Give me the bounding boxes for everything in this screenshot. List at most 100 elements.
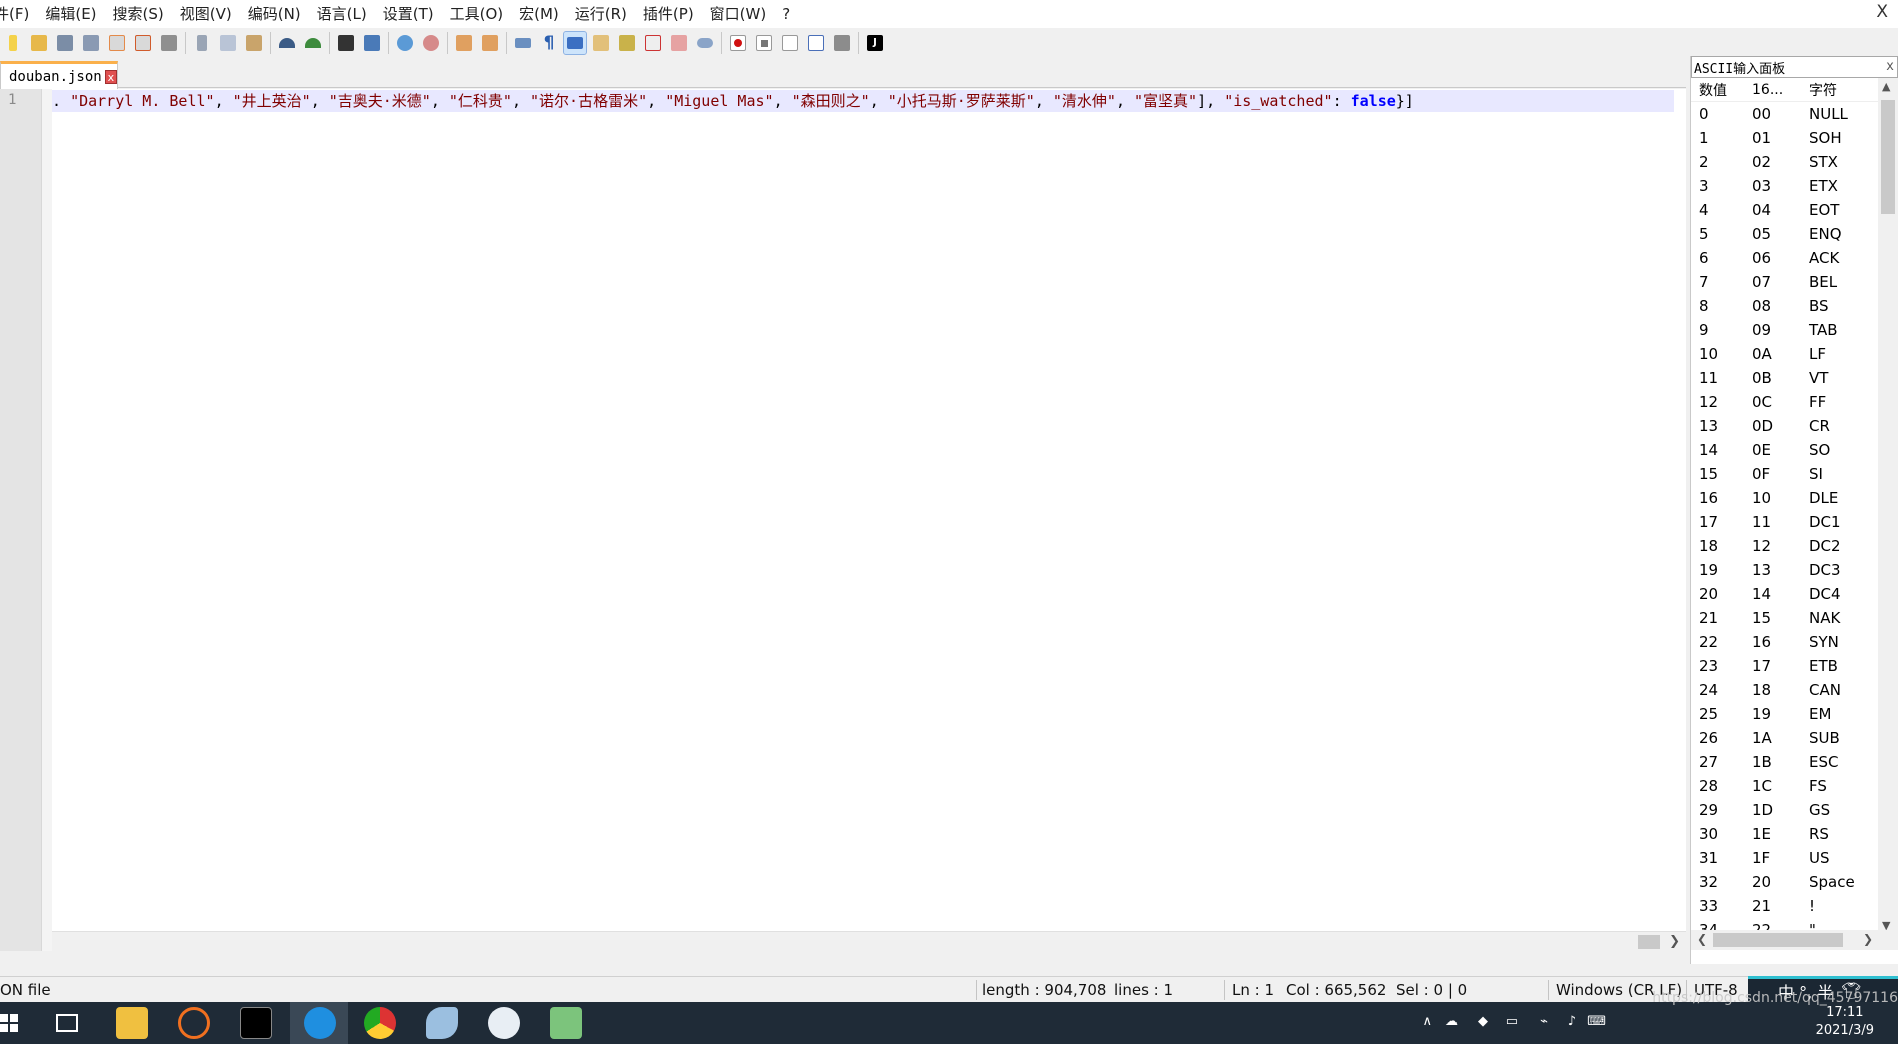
ascii-row[interactable]: 30 1E RS xyxy=(1691,822,1898,846)
editor-area[interactable]: 1 . "Darryl M. Bell", "井上英治", "吉奥夫·米德", … xyxy=(0,89,1686,951)
cut-icon[interactable] xyxy=(191,32,213,54)
ascii-row[interactable]: 15 0F SI xyxy=(1691,462,1898,486)
header-char[interactable]: 字符 xyxy=(1805,80,1877,100)
sync-vertical-icon[interactable] xyxy=(453,32,475,54)
run-macro-multiple-icon[interactable] xyxy=(805,32,827,54)
ascii-row[interactable]: 26 1A SUB xyxy=(1691,726,1898,750)
header-decimal[interactable]: 数值 xyxy=(1691,80,1748,100)
json-viewer-icon[interactable]: J xyxy=(864,32,886,54)
ascii-row[interactable]: 28 1C FS xyxy=(1691,774,1898,798)
word-wrap-icon[interactable] xyxy=(512,32,534,54)
ascii-row[interactable]: 23 17 ETB xyxy=(1691,654,1898,678)
menu-item-2[interactable]: 搜索(S) xyxy=(105,0,172,28)
menu-item-7[interactable]: 工具(O) xyxy=(442,0,512,28)
notepad-plus-plus-icon[interactable] xyxy=(550,1007,582,1039)
ascii-row[interactable]: 10 0A LF xyxy=(1691,342,1898,366)
ascii-row[interactable]: 14 0E SO xyxy=(1691,438,1898,462)
menu-item-11[interactable]: 窗口(W) xyxy=(702,0,775,28)
open-file-icon[interactable] xyxy=(28,32,50,54)
paste-icon[interactable] xyxy=(243,32,265,54)
panel-vertical-scrollbar[interactable]: ▲ ▼ xyxy=(1878,78,1898,934)
close-file-icon[interactable] xyxy=(106,32,128,54)
editor-horizontal-scrollbar[interactable]: ❯ xyxy=(52,931,1686,951)
function-list-icon[interactable] xyxy=(642,32,664,54)
ascii-row[interactable]: 21 15 NAK xyxy=(1691,606,1898,630)
ascii-row[interactable]: 11 0B VT xyxy=(1691,366,1898,390)
show-all-chars-icon[interactable]: ¶ xyxy=(538,32,560,54)
file-explorer-icon[interactable] xyxy=(116,1007,148,1039)
chrome-icon[interactable] xyxy=(364,1007,396,1039)
scroll-left-arrow-icon[interactable]: ❮ xyxy=(1697,932,1707,946)
panel-horizontal-scrollbar[interactable]: ❮ ❯ xyxy=(1691,930,1898,950)
onedrive-icon[interactable]: ☁ xyxy=(1445,1014,1458,1029)
zoom-in-icon[interactable] xyxy=(394,32,416,54)
close-all-icon[interactable] xyxy=(132,32,154,54)
monitoring-icon[interactable] xyxy=(694,32,716,54)
ascii-row[interactable]: 22 16 SYN xyxy=(1691,630,1898,654)
scrollbar-thumb[interactable] xyxy=(1881,100,1895,214)
browser-icon[interactable] xyxy=(304,1007,336,1039)
header-hex[interactable]: 16... xyxy=(1748,82,1805,98)
ascii-row[interactable]: 3 03 ETX xyxy=(1691,174,1898,198)
security-icon[interactable]: ◆ xyxy=(1478,1014,1488,1029)
scroll-right-arrow-icon[interactable]: ❯ xyxy=(1863,932,1873,946)
ascii-row[interactable]: 7 07 BEL xyxy=(1691,270,1898,294)
app-icon[interactable] xyxy=(488,1007,520,1039)
panel-close-icon[interactable]: x xyxy=(1886,59,1894,74)
ascii-row[interactable]: 9 09 TAB xyxy=(1691,318,1898,342)
window-close-button[interactable]: X xyxy=(1876,2,1888,22)
ascii-row[interactable]: 8 08 BS xyxy=(1691,294,1898,318)
taskbar-clock[interactable]: 17:11 2021/3/9 xyxy=(1816,1004,1874,1040)
fold-margin[interactable] xyxy=(42,89,52,951)
menu-item-10[interactable]: 插件(P) xyxy=(635,0,702,28)
ascii-row[interactable]: 20 14 DC4 xyxy=(1691,582,1898,606)
menu-item-0[interactable]: 件(F) xyxy=(0,0,37,28)
ascii-row[interactable]: 12 0C FF xyxy=(1691,390,1898,414)
paint-icon[interactable] xyxy=(426,1007,458,1039)
ascii-row[interactable]: 1 01 SOH xyxy=(1691,126,1898,150)
menu-item-4[interactable]: 编码(N) xyxy=(240,0,309,28)
tab-douban-json[interactable]: douban.json x xyxy=(0,61,118,89)
ascii-row[interactable]: 4 04 EOT xyxy=(1691,198,1898,222)
menu-item-12[interactable]: ? xyxy=(774,0,798,28)
code-line[interactable]: . "Darryl M. Bell", "井上英治", "吉奥夫·米德", "仁… xyxy=(52,90,1674,112)
tray-chevron-icon[interactable]: ∧ xyxy=(1422,1014,1432,1029)
play-macro-icon[interactable] xyxy=(779,32,801,54)
save-all-icon[interactable] xyxy=(80,32,102,54)
menu-item-3[interactable]: 视图(V) xyxy=(172,0,240,28)
scrollbar-thumb[interactable] xyxy=(1713,933,1843,947)
windows-start-icon[interactable] xyxy=(0,1014,18,1032)
scroll-up-arrow-icon[interactable]: ▲ xyxy=(1882,80,1890,93)
terminal-icon[interactable] xyxy=(240,1007,272,1039)
ascii-row[interactable]: 19 13 DC3 xyxy=(1691,558,1898,582)
replace-icon[interactable] xyxy=(361,32,383,54)
save-macro-icon[interactable] xyxy=(831,32,853,54)
stop-macro-icon[interactable] xyxy=(753,32,775,54)
menu-item-1[interactable]: 编辑(E) xyxy=(37,0,104,28)
ascii-row[interactable]: 2 02 STX xyxy=(1691,150,1898,174)
ascii-row[interactable]: 0 00 NULL xyxy=(1691,102,1898,126)
keyboard-icon[interactable]: ⌨ xyxy=(1587,1014,1606,1029)
ascii-row[interactable]: 17 11 DC1 xyxy=(1691,510,1898,534)
zoom-out-icon[interactable] xyxy=(420,32,442,54)
find-icon[interactable] xyxy=(335,32,357,54)
ascii-row[interactable]: 16 10 DLE xyxy=(1691,486,1898,510)
ascii-row[interactable]: 29 1D GS xyxy=(1691,798,1898,822)
battery-icon[interactable]: ▭ xyxy=(1506,1014,1518,1029)
wifi-icon[interactable]: ⌁ xyxy=(1540,1014,1548,1029)
ascii-row[interactable]: 27 1B ESC xyxy=(1691,750,1898,774)
print-icon[interactable] xyxy=(158,32,180,54)
ascii-row[interactable]: 25 19 EM xyxy=(1691,702,1898,726)
save-icon[interactable] xyxy=(54,32,76,54)
tab-close-icon[interactable]: x xyxy=(104,69,117,84)
ascii-row[interactable]: 31 1F US xyxy=(1691,846,1898,870)
folder-workspace-icon[interactable] xyxy=(668,32,690,54)
undo-icon[interactable] xyxy=(276,32,298,54)
menu-item-6[interactable]: 设置(T) xyxy=(375,0,442,28)
indent-guide-icon[interactable] xyxy=(563,31,587,55)
record-macro-icon[interactable] xyxy=(727,32,749,54)
new-file-icon[interactable] xyxy=(2,32,24,54)
document-map-icon[interactable] xyxy=(616,32,638,54)
menu-item-8[interactable]: 宏(M) xyxy=(511,0,567,28)
ascii-row[interactable]: 13 0D CR xyxy=(1691,414,1898,438)
